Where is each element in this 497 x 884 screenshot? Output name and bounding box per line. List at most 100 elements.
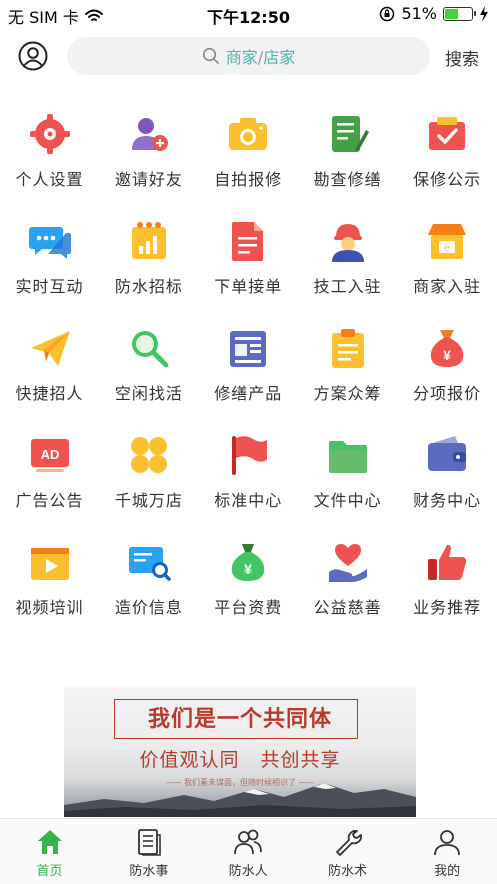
grid-item-label: 勘查修缮 xyxy=(313,170,382,189)
grid-item[interactable]: 空闲找活 xyxy=(99,322,198,412)
grid-item-label: 方案众筹 xyxy=(313,384,382,403)
tab-document[interactable]: 防水事 xyxy=(99,819,198,884)
price-search-icon xyxy=(128,547,171,581)
storefront-icon: e xyxy=(428,224,467,259)
grid-item[interactable]: 邀请好友 xyxy=(99,108,198,198)
svg-text:¥: ¥ xyxy=(244,561,252,577)
grid-item-label: 标准中心 xyxy=(214,491,283,510)
tab-home[interactable]: 首页 xyxy=(0,819,99,884)
grid-item[interactable]: 实时互动 xyxy=(0,215,99,305)
grid-item-label: 造价信息 xyxy=(114,598,183,617)
grid-item-label: 平台资费 xyxy=(214,598,283,617)
svg-text:¥: ¥ xyxy=(443,347,451,363)
grid-item[interactable]: 防水招标 xyxy=(99,215,198,305)
battery-icon xyxy=(443,6,476,21)
tender-chart-icon xyxy=(131,222,166,259)
tab-people[interactable]: 防水人 xyxy=(199,819,298,884)
grid-item[interactable]: 下单接单 xyxy=(199,215,298,305)
grid-item-label: 保修公示 xyxy=(413,170,482,189)
camera-icon xyxy=(229,118,268,150)
chat-icon xyxy=(28,227,71,259)
clipboard-icon xyxy=(331,329,364,368)
grid-item[interactable]: ¥ 平台资费 xyxy=(199,536,298,626)
grid-item[interactable]: ¥ 分项报价 xyxy=(398,322,497,412)
grid-item-label: 空闲找活 xyxy=(114,384,183,403)
grid-item[interactable]: 视频培训 xyxy=(0,536,99,626)
battery-percent: 51% xyxy=(401,4,437,23)
tab-wrench[interactable]: 防水术 xyxy=(298,819,397,884)
grid-item-label: 修缮产品 xyxy=(214,384,283,403)
grid-item[interactable]: 文件中心 xyxy=(298,429,397,519)
search-input[interactable]: 商家/店家 xyxy=(67,37,430,75)
svg-text:e: e xyxy=(444,243,450,254)
rotation-lock-icon xyxy=(380,6,395,21)
grid-item-label: 文件中心 xyxy=(313,491,382,510)
status-bar: 无 SIM 卡 下午12:50 51% xyxy=(0,0,497,28)
thumbs-up-icon xyxy=(428,544,467,581)
tab-label: 我的 xyxy=(434,864,461,879)
grid-item[interactable]: AD 广告公告 xyxy=(0,429,99,519)
grid-item[interactable]: 标准中心 xyxy=(199,429,298,519)
grid-item-label: 实时互动 xyxy=(15,277,84,296)
heart-hand-icon xyxy=(328,544,367,583)
search-icon xyxy=(202,47,219,64)
community-banner[interactable]: 我们是一个共同体 价值观认同 共创共享 —— 我们素未谋面，但随时候相识了 —— xyxy=(64,687,416,817)
grid-item[interactable]: 千城万店 xyxy=(99,429,198,519)
tab-label: 首页 xyxy=(36,864,63,879)
grid-item[interactable]: 业务推荐 xyxy=(398,536,497,626)
grid-item-label: 防水招标 xyxy=(114,277,183,296)
battery-fill xyxy=(445,8,458,19)
wrench-icon xyxy=(335,830,362,856)
grid-item-label: 公益慈善 xyxy=(313,598,382,617)
grid-item-label: 自拍报修 xyxy=(214,170,283,189)
grid-item-label: 千城万店 xyxy=(114,491,183,510)
user-avatar-icon[interactable] xyxy=(18,41,48,71)
ad-icon: AD xyxy=(30,439,69,472)
user-icon xyxy=(434,830,460,856)
wallet-icon xyxy=(428,436,467,471)
tab-user[interactable]: 我的 xyxy=(398,819,497,884)
clover-icon xyxy=(130,437,167,473)
grid-item[interactable]: 保修公示 xyxy=(398,108,497,198)
grid-item-label: 财务中心 xyxy=(413,491,482,510)
grid-item-label: 技工入驻 xyxy=(313,277,382,296)
money-bag-icon: ¥ xyxy=(430,330,464,367)
mountain-image xyxy=(64,783,416,817)
worker-icon xyxy=(331,224,364,262)
search-button[interactable]: 搜索 xyxy=(445,45,479,70)
add-friend-icon xyxy=(131,118,168,151)
grid-item[interactable]: 方案众筹 xyxy=(298,322,397,412)
grid-item[interactable]: 修缮产品 xyxy=(199,322,298,412)
grid-item[interactable]: e 商家入驻 xyxy=(398,215,497,305)
grid-item[interactable]: 自拍报修 xyxy=(199,108,298,198)
grid-item[interactable]: 财务中心 xyxy=(398,429,497,519)
grid-item[interactable]: 个人设置 xyxy=(0,108,99,198)
gear-icon xyxy=(29,114,70,154)
grid-item-label: 商家入驻 xyxy=(413,277,482,296)
grid-item-label: 快捷招人 xyxy=(15,384,84,403)
grid-item[interactable]: 造价信息 xyxy=(99,536,198,626)
grid-item-label: 下单接单 xyxy=(214,277,283,296)
grid-item[interactable]: 快捷招人 xyxy=(0,322,99,412)
grid-item-label: 业务推荐 xyxy=(413,598,482,617)
document-icon xyxy=(137,829,161,856)
grid-item-label: 广告公告 xyxy=(15,491,84,510)
grid-item-label: 视频培训 xyxy=(15,598,84,617)
tab-label: 防水事 xyxy=(129,864,169,879)
grid-item-label: 个人设置 xyxy=(15,170,84,189)
grid-item[interactable]: 勘查修缮 xyxy=(298,108,397,198)
grid-item[interactable]: 公益慈善 xyxy=(298,536,397,626)
badge-check-icon xyxy=(429,117,466,150)
bottom-tab-bar: 首页 防水事 防水人 防水术 我的 xyxy=(0,818,497,884)
folder-icon xyxy=(328,441,367,473)
tab-label: 防水人 xyxy=(228,864,268,879)
header: 商家/店家 搜索 xyxy=(0,34,497,78)
search-placeholder: 商家/店家 xyxy=(225,48,296,67)
video-icon xyxy=(30,548,69,580)
order-doc-icon xyxy=(232,222,264,261)
grid-item[interactable]: 技工入驻 xyxy=(298,215,397,305)
grid-item-label: 分项报价 xyxy=(413,384,482,403)
charging-icon xyxy=(480,5,488,22)
home-icon xyxy=(37,830,62,854)
magnifier-icon xyxy=(131,331,169,368)
